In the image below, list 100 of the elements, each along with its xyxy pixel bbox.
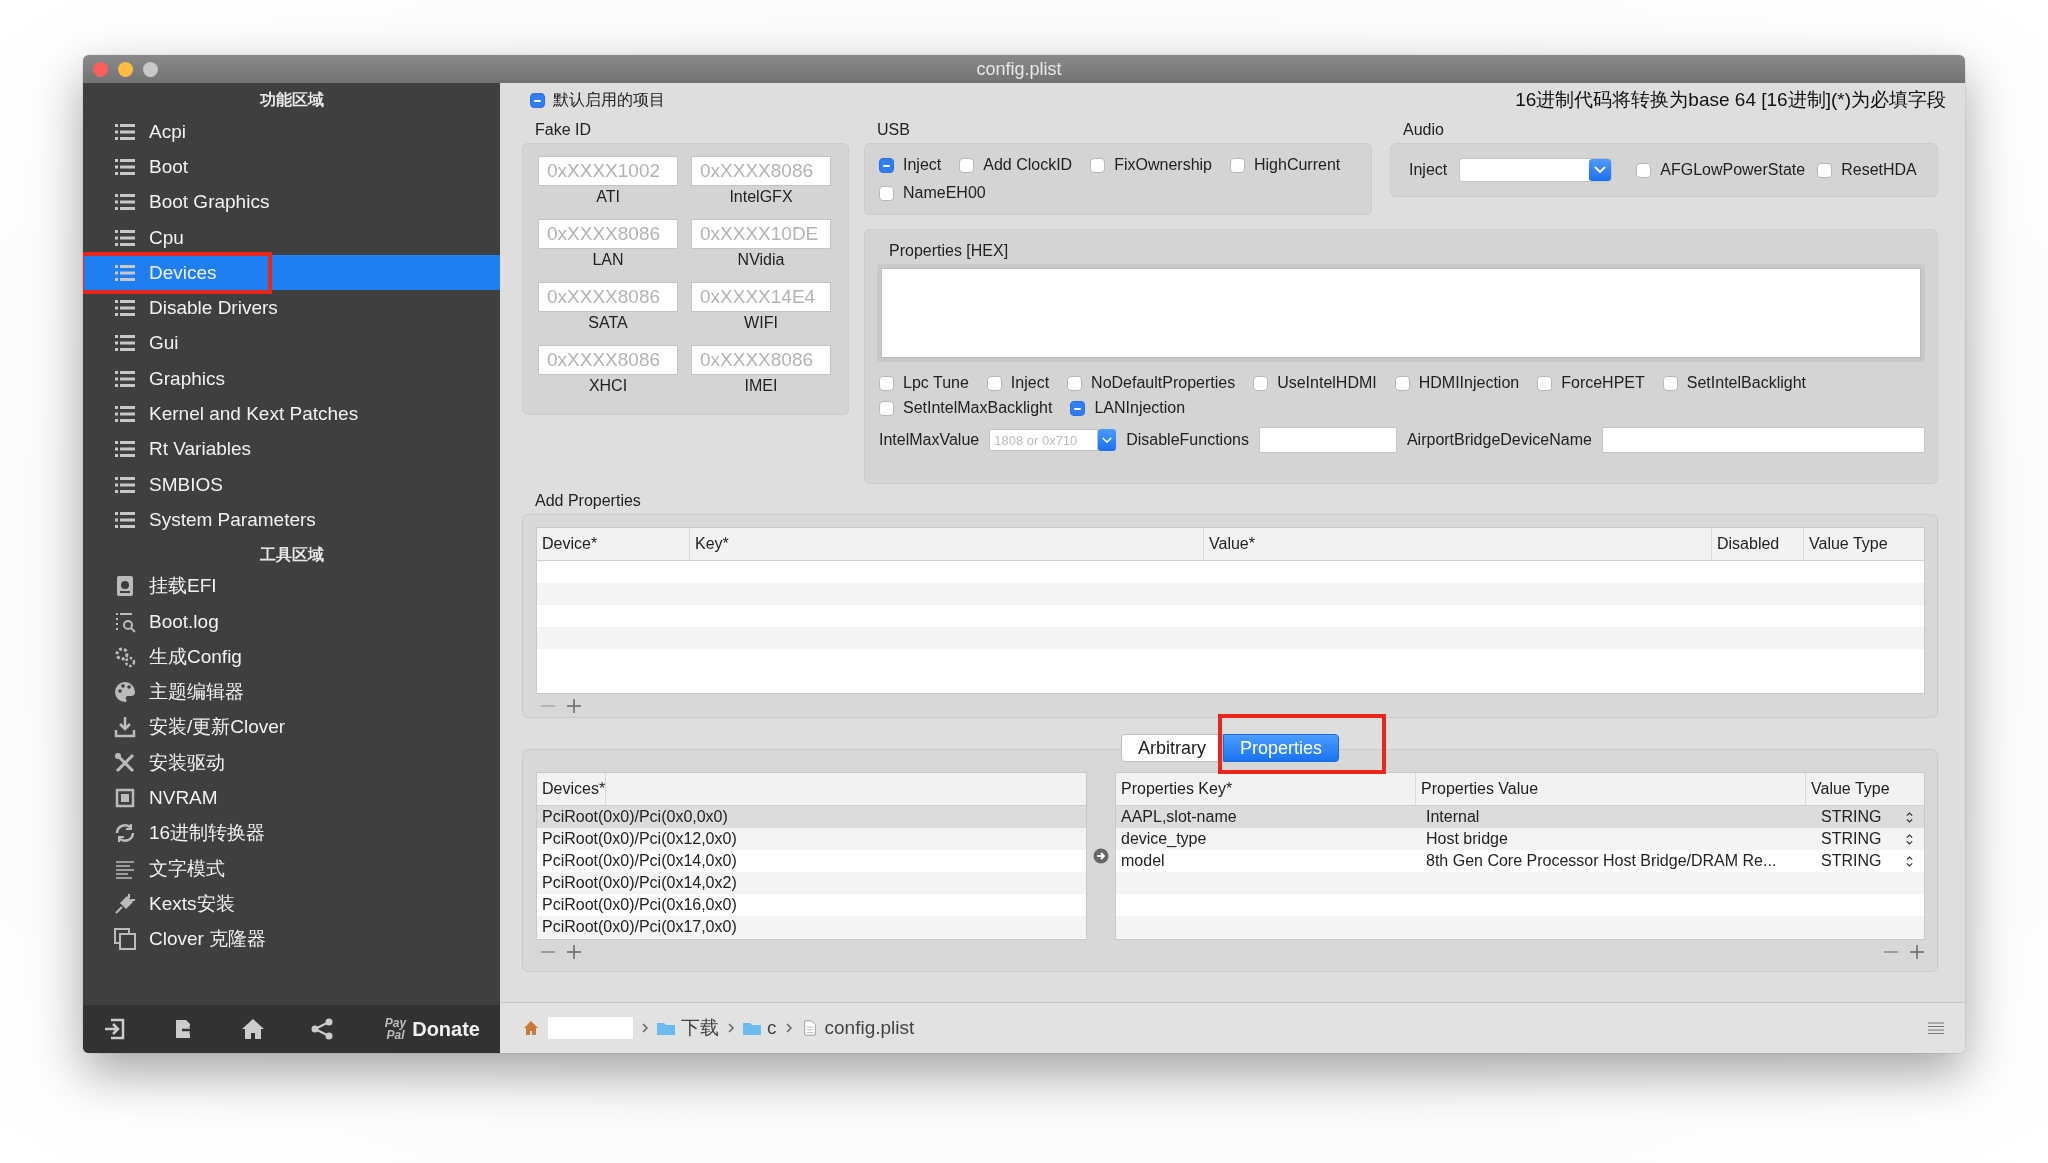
table-cell-text: 8th Gen Core Processor Host Bridge/DRAM Re... [1425, 852, 1778, 870]
checkbox-label: SetIntelBacklight [1686, 374, 1806, 392]
type-select[interactable]: STRING [1816, 830, 1924, 848]
checkbox[interactable] [879, 400, 894, 416]
type-select[interactable]: STRING [1816, 852, 1924, 870]
sidebar-item[interactable]: 安装驱动 [83, 745, 500, 781]
column-header[interactable]: Device* [537, 528, 690, 560]
table-row[interactable]: PciRoot(0x0)/Pci(0x12,0x0) [537, 828, 1086, 850]
checkbox[interactable] [986, 375, 1002, 391]
column-header[interactable]: Value Type [1804, 528, 1924, 560]
table-row[interactable]: PciRoot(0x0)/Pci(0x0,0x0) [537, 806, 1086, 828]
input-field[interactable]: 0xXXXX14E4 [691, 282, 831, 312]
sidebar-item[interactable]: Acpi [83, 114, 500, 150]
sidebar-item[interactable]: Clover 克隆器 [83, 921, 500, 957]
checkbox-label: HighCurrent [1254, 156, 1341, 174]
input-field[interactable]: 0xXXXX8086 [538, 282, 678, 312]
input-field[interactable] [1258, 427, 1397, 453]
sidebar-item[interactable]: Graphics [83, 361, 500, 397]
table-row[interactable]: PciRoot(0x0)/Pci(0x17,0x0) [537, 916, 1086, 938]
minimize-button[interactable] [118, 61, 133, 77]
table-row[interactable]: PciRoot(0x0)/Pci(0x14,0x2) [537, 872, 1086, 894]
share-icon[interactable] [310, 1017, 334, 1041]
input-field[interactable]: 0xXXXX8086 [691, 156, 831, 186]
input-field[interactable] [1601, 427, 1925, 453]
sidebar-item[interactable]: Boot Graphics [83, 184, 500, 220]
type-select[interactable]: STRING [1816, 808, 1924, 826]
tab[interactable]: Properties [1223, 734, 1340, 762]
column-header[interactable]: Properties Key* [1116, 773, 1416, 805]
checkbox[interactable] [959, 157, 975, 173]
sidebar-item[interactable]: 主题编辑器 [83, 674, 500, 710]
sidebar-item[interactable]: Devices [83, 255, 500, 291]
sidebar-item[interactable]: Cpu [83, 219, 500, 256]
checkbox[interactable] [879, 157, 894, 173]
menu-icon[interactable] [1927, 1020, 1945, 1036]
sidebar-item[interactable]: Kexts安装 [83, 886, 500, 922]
sidebar-item[interactable]: Disable Drivers [83, 290, 500, 326]
sidebar-item[interactable]: Rt Variables [83, 431, 500, 467]
column-header[interactable]: Value Type [1806, 773, 1924, 805]
hex-text-area[interactable] [881, 268, 1921, 358]
field-label: ATI [596, 188, 620, 206]
path-segment[interactable]: c [743, 1017, 777, 1039]
home-icon[interactable] [241, 1017, 265, 1041]
checkbox[interactable] [879, 185, 894, 201]
input-field[interactable]: 1808 or 0x710 [989, 429, 1099, 451]
path-segment[interactable]: 下载 [657, 1015, 719, 1041]
checkbox[interactable] [1070, 400, 1086, 416]
input-field[interactable]: 0xXXXX8086 [538, 219, 678, 249]
checkbox[interactable] [1394, 375, 1410, 391]
sidebar-item[interactable]: 生成Config [83, 639, 500, 675]
sidebar-item[interactable]: NVRAM [83, 780, 500, 816]
plus-icon[interactable] [1909, 944, 1925, 960]
sidebar-item[interactable]: SMBIOS [83, 466, 500, 503]
donate-label: Donate [412, 1017, 480, 1041]
blank-path-segment[interactable] [548, 1017, 633, 1039]
checkbox[interactable] [1230, 157, 1245, 173]
import-icon[interactable] [103, 1017, 127, 1041]
window-title: config.plist [975, 58, 1063, 80]
sidebar-item[interactable]: 安装/更新Clover [83, 709, 500, 746]
group-title: Audio [1402, 120, 1445, 140]
table-row[interactable]: device_type Host bridge STRING [1116, 828, 1924, 850]
checkbox[interactable] [1636, 162, 1652, 178]
checkbox[interactable] [1090, 157, 1106, 173]
table-cell-text: PciRoot(0x0)/Pci(0x14,0x2) [541, 874, 737, 892]
dropdown[interactable] [1459, 158, 1613, 182]
tab[interactable]: Arbitrary [1120, 734, 1223, 762]
column-header[interactable]: Devices* [537, 773, 607, 805]
group-title: Fake ID [534, 120, 592, 140]
column-header[interactable]: Disabled [1712, 528, 1804, 560]
sidebar-item[interactable]: Boot.log [83, 603, 500, 640]
column-header[interactable]: Key* [690, 528, 1204, 560]
sidebar-item[interactable]: 挂载EFI [83, 568, 500, 604]
path-segment[interactable]: config.plist [800, 1017, 915, 1039]
checkbox[interactable] [530, 92, 545, 108]
sidebar-item[interactable]: 文字模式 [83, 850, 500, 887]
checkbox[interactable] [879, 375, 894, 391]
checkbox[interactable] [1537, 375, 1553, 391]
sidebar-item[interactable]: Kernel and Kext Patches [83, 396, 500, 432]
input-field[interactable]: 0xXXXX1002 [538, 156, 678, 186]
group-title: Add Properties [534, 491, 642, 511]
checkbox[interactable] [1253, 375, 1269, 391]
field-label: SATA [588, 314, 628, 332]
plus-icon[interactable] [566, 944, 582, 960]
sidebar-item[interactable]: 16进制转换器 [83, 815, 500, 851]
sidebar-item[interactable]: System Parameters [83, 502, 500, 538]
column-header[interactable]: Value* [1204, 528, 1712, 560]
checkbox[interactable] [1817, 162, 1833, 178]
checkbox[interactable] [1067, 375, 1083, 391]
close-button[interactable] [93, 61, 108, 77]
table-row[interactable]: AAPL,slot-name Internal STRING [1116, 806, 1924, 828]
input-field[interactable]: 0xXXXX8086 [691, 345, 831, 375]
notice-text: 16进制代码将转换为base 64 [16进制](*)为必填字段 [1515, 88, 1946, 112]
input-field[interactable]: 0xXXXX10DE [691, 219, 831, 249]
dropdown-button[interactable] [1098, 429, 1117, 451]
plus-icon[interactable] [566, 698, 582, 714]
sidebar-item[interactable]: Gui [83, 325, 500, 362]
sidebar-item[interactable]: Boot [83, 149, 500, 185]
input-field[interactable]: 0xXXXX8086 [538, 345, 678, 375]
checkbox[interactable] [1662, 375, 1678, 391]
column-header[interactable]: Properties Value [1416, 773, 1806, 805]
zoom-button[interactable] [143, 61, 158, 77]
